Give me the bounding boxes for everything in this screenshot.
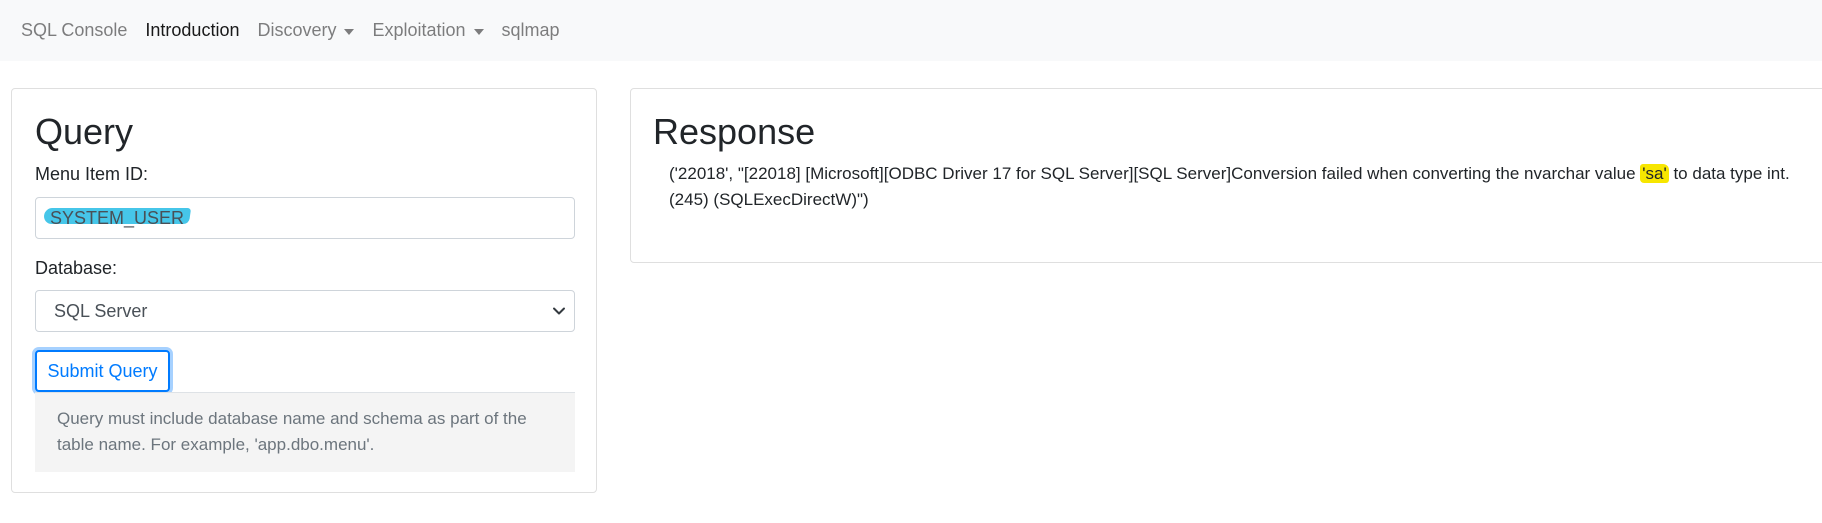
nav-introduction-label: Introduction: [145, 20, 240, 40]
query-help-note: Query must include database name and sch…: [35, 392, 575, 472]
response-title: Response: [653, 111, 816, 152]
menu-item-id-value: SYSTEM_USER: [50, 207, 185, 228]
response-body: ('22018', "[22018] [Microsoft][ODBC Driv…: [669, 161, 1819, 213]
submit-query-label: Submit Query: [47, 360, 158, 381]
nav-exploitation-dropdown[interactable]: Exploitation: [372, 20, 484, 41]
menu-item-id-label: Menu Item ID:: [35, 164, 149, 184]
nav-discovery-dropdown[interactable]: Discovery: [257, 20, 355, 41]
submit-query-button[interactable]: Submit Query: [35, 350, 170, 392]
database-select[interactable]: SQL Server: [35, 290, 575, 332]
database-label: Database:: [35, 258, 118, 278]
nav-introduction[interactable]: Introduction: [145, 20, 239, 41]
nav-exploitation-label: Exploitation: [372, 20, 466, 40]
nav-sqlmap-label: sqlmap: [501, 20, 560, 40]
database-selected-value: SQL Server: [54, 300, 148, 321]
nav-discovery-label: Discovery: [257, 20, 337, 40]
menu-item-id-input[interactable]: SYSTEM_USER: [35, 197, 575, 239]
nav-sql-console[interactable]: SQL Console: [21, 20, 127, 41]
nav-sql-console-label: SQL Console: [21, 20, 128, 40]
nav-sqlmap[interactable]: sqlmap: [502, 20, 560, 41]
response-card: Response ('22018', "[22018] [Microsoft][…: [630, 88, 1822, 263]
query-help-text: Query must include database name and sch…: [57, 409, 527, 454]
caret-down-icon: [344, 28, 355, 35]
chevron-down-icon: [553, 307, 565, 315]
query-card: Query Menu Item ID: SYSTEM_USER Database…: [11, 88, 597, 493]
caret-down-icon: [473, 28, 484, 35]
response-highlighted-value: 'sa': [1640, 164, 1669, 183]
top-navbar: SQL Console Introduction Discovery Explo…: [0, 0, 1822, 61]
query-title: Query: [35, 111, 134, 152]
response-text-start: ('22018', "[22018] [Microsoft][ODBC Driv…: [669, 164, 1641, 183]
